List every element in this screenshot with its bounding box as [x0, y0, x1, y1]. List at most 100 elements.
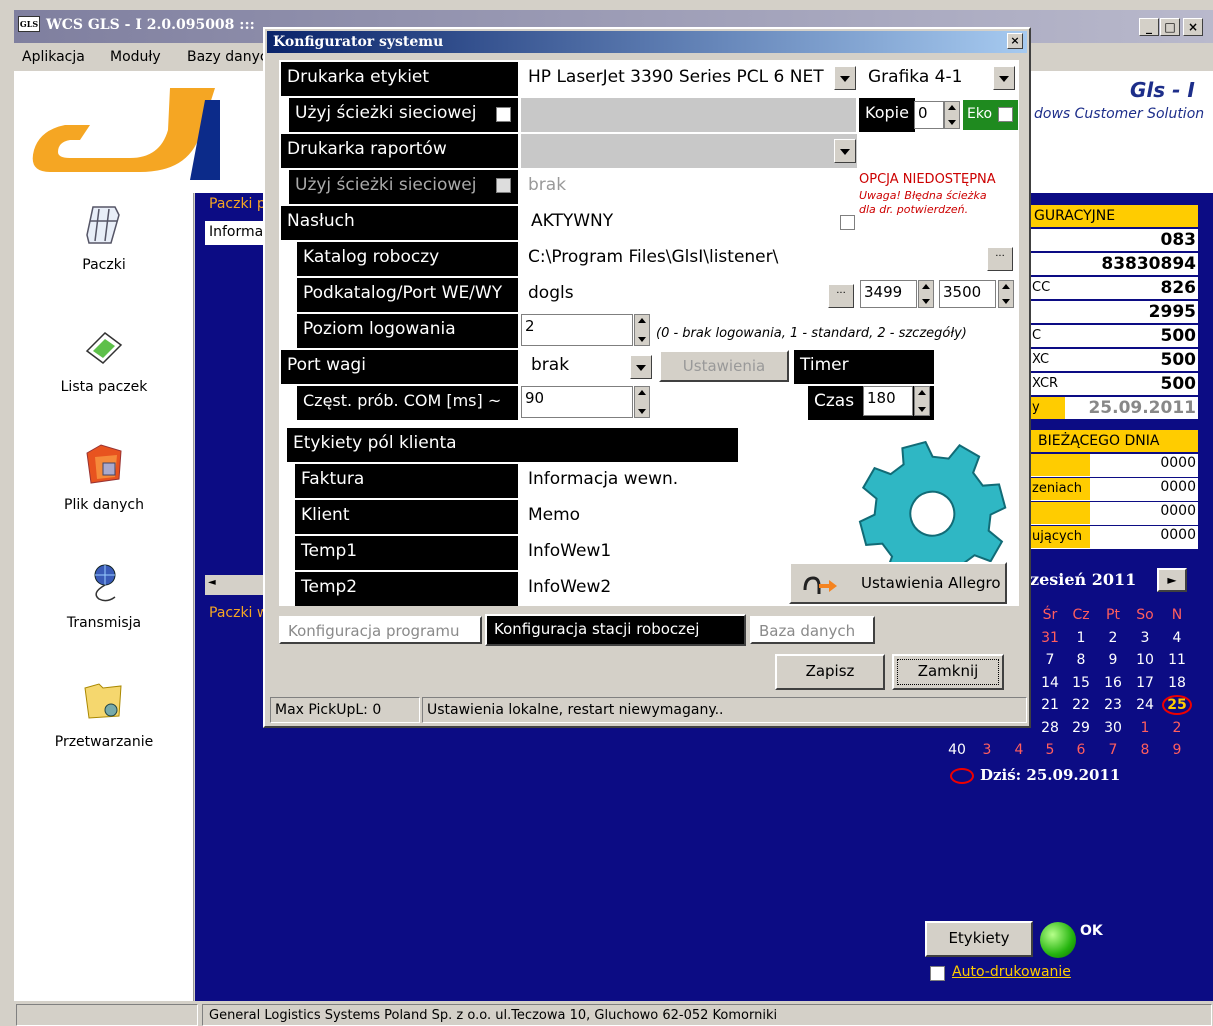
- nav-label: Paczki: [82, 257, 126, 273]
- tab-informacje[interactable]: Informa: [205, 221, 265, 245]
- calendar-day[interactable]: 18: [1162, 675, 1192, 691]
- calendar-day[interactable]: 22: [1066, 697, 1096, 713]
- client-label-name: Temp1: [295, 536, 518, 570]
- calendar-day[interactable]: 4: [1162, 630, 1192, 646]
- copies-spinner[interactable]: [944, 101, 960, 129]
- close-window-button[interactable]: ×: [1183, 18, 1203, 36]
- log-level-spinner[interactable]: [634, 314, 650, 346]
- port-out-input[interactable]: 3500: [939, 280, 996, 308]
- calendar-day[interactable]: 8: [1066, 652, 1096, 668]
- calendar-day[interactable]: 30: [1098, 720, 1128, 736]
- nav-plik-danych[interactable]: Plik danych: [14, 441, 194, 513]
- client-label-value[interactable]: Informacja wewn.: [521, 465, 685, 493]
- label-printer-select[interactable]: HP LaserJet 3390 Series PCL 6 NET: [521, 63, 837, 95]
- calendar-day[interactable]: 1: [1130, 720, 1160, 736]
- listener-checkbox[interactable]: [840, 215, 855, 230]
- calendar-day[interactable]: 23: [1098, 697, 1128, 713]
- calendar-day[interactable]: 11: [1162, 652, 1192, 668]
- tab-program-config[interactable]: Konfiguracja programu: [279, 616, 482, 644]
- scale-port-select[interactable]: brak: [524, 351, 576, 379]
- calendar-day[interactable]: 3: [1130, 630, 1160, 646]
- port-in-spinner[interactable]: [918, 280, 934, 308]
- calendar-day[interactable]: 4: [1004, 742, 1034, 758]
- report-printer-dropdown-icon[interactable]: [834, 139, 856, 163]
- print-mode-select[interactable]: Grafika 4-1: [861, 63, 991, 91]
- timer-time-spinner[interactable]: [914, 386, 930, 416]
- calendar-day[interactable]: 7: [1035, 652, 1065, 668]
- close-button[interactable]: Zamknij: [892, 654, 1004, 690]
- subdir-browse-button[interactable]: ...: [828, 284, 854, 308]
- port-in-input[interactable]: 3499: [860, 280, 917, 308]
- calendar-today-label[interactable]: Dziś: 25.09.2011: [980, 766, 1120, 784]
- left-nav-panel: Paczki Lista paczek Plik danych Transmis…: [14, 193, 194, 1001]
- info-today-row: zeniach 0000: [1030, 478, 1198, 502]
- tab-database[interactable]: Baza danych: [750, 616, 875, 644]
- calendar-day[interactable]: 29: [1066, 720, 1096, 736]
- calendar-day[interactable]: 1: [1066, 630, 1096, 646]
- com-freq-spinner[interactable]: [634, 386, 650, 418]
- calendar-day[interactable]: 2: [1162, 720, 1192, 736]
- timer-time-input[interactable]: 180: [863, 386, 913, 416]
- calendar-day[interactable]: 16: [1098, 675, 1128, 691]
- calendar-day[interactable]: 21: [1035, 697, 1065, 713]
- scale-settings-button[interactable]: Ustawienia: [659, 350, 789, 382]
- log-level-input[interactable]: 2: [521, 314, 633, 346]
- dialog-close-icon[interactable]: ×: [1007, 33, 1023, 49]
- subdir-value[interactable]: dogls: [521, 279, 581, 307]
- allegro-settings-button[interactable]: Ustawienia Allegro: [789, 562, 1007, 604]
- work-dir-browse-button[interactable]: ...: [987, 247, 1013, 271]
- nav-transmisja[interactable]: Transmisja: [14, 559, 194, 631]
- nav-paczki[interactable]: Paczki: [14, 201, 194, 273]
- menu-moduly[interactable]: Moduły: [110, 49, 161, 65]
- scale-port-dropdown-icon[interactable]: [630, 355, 652, 379]
- com-freq-input[interactable]: 90: [521, 386, 633, 418]
- calendar-day[interactable]: 2: [1098, 630, 1128, 646]
- calendar-day[interactable]: 24: [1130, 697, 1160, 713]
- save-button[interactable]: Zapisz: [775, 654, 885, 690]
- calendar-day[interactable]: 7: [1098, 742, 1128, 758]
- calendar-day[interactable]: 15: [1066, 675, 1096, 691]
- nav-lista-paczek[interactable]: Lista paczek: [14, 323, 194, 395]
- use-net-path-checkbox[interactable]: [496, 107, 511, 122]
- calendar-day[interactable]: 6: [1066, 742, 1096, 758]
- calendar-day[interactable]: 10: [1130, 652, 1160, 668]
- tab-workstation-config[interactable]: Konfiguracja stacji roboczej: [485, 614, 746, 646]
- minimize-button[interactable]: _: [1139, 18, 1159, 36]
- labels-button[interactable]: Etykiety: [925, 921, 1033, 957]
- calendar-day[interactable]: 17: [1130, 675, 1160, 691]
- dialog-status-message: Ustawienia lokalne, restart niewymagany.…: [422, 697, 1027, 723]
- calendar-day[interactable]: 9: [1098, 652, 1128, 668]
- auto-print-label[interactable]: Auto-drukowanie: [952, 964, 1071, 980]
- section-paczki-header: Paczki p: [209, 196, 266, 212]
- calendar-day[interactable]: 3: [972, 742, 1002, 758]
- client-label-value[interactable]: Memo: [521, 501, 587, 529]
- menu-aplikacja[interactable]: Aplikacja: [22, 49, 85, 65]
- gls-brand-name: Gls - I: [1130, 78, 1195, 102]
- calendar-day[interactable]: 9: [1162, 742, 1192, 758]
- use-net-path-2-checkbox[interactable]: [496, 178, 511, 193]
- eko-checkbox[interactable]: [998, 107, 1013, 122]
- copies-input[interactable]: 0: [914, 101, 944, 129]
- info-today-row: 0000: [1030, 454, 1198, 478]
- print-mode-dropdown-icon[interactable]: [993, 66, 1015, 90]
- calendar-next-button[interactable]: ►: [1157, 568, 1187, 592]
- scroll-left-button[interactable]: ◄: [205, 575, 265, 595]
- calendar-day[interactable]: 5: [1035, 742, 1065, 758]
- work-dir-path[interactable]: C:\Program Files\GlsI\listener\: [521, 243, 981, 271]
- dialog-status-pickup: Max PickUpL: 0: [270, 697, 420, 723]
- client-label-name: Klient: [295, 500, 518, 534]
- client-label-value[interactable]: InfoWew1: [521, 537, 618, 565]
- port-out-spinner[interactable]: [998, 280, 1014, 308]
- calendar-day[interactable]: 28: [1035, 720, 1065, 736]
- auto-print-checkbox[interactable]: [930, 966, 945, 981]
- calendar-today-cell[interactable]: 25: [1162, 695, 1192, 715]
- client-label-value[interactable]: InfoWew2: [521, 573, 618, 601]
- calendar-day[interactable]: 8: [1130, 742, 1160, 758]
- calendar-day[interactable]: 31: [1035, 630, 1065, 646]
- calendar-day[interactable]: 14: [1035, 675, 1065, 691]
- nav-przetwarzanie[interactable]: Przetwarzanie: [14, 678, 194, 750]
- report-printer-select[interactable]: [521, 134, 857, 168]
- calendar-day-header: Cz: [1072, 607, 1090, 623]
- maximize-button[interactable]: □: [1160, 18, 1180, 36]
- label-printer-dropdown-icon[interactable]: [834, 66, 856, 90]
